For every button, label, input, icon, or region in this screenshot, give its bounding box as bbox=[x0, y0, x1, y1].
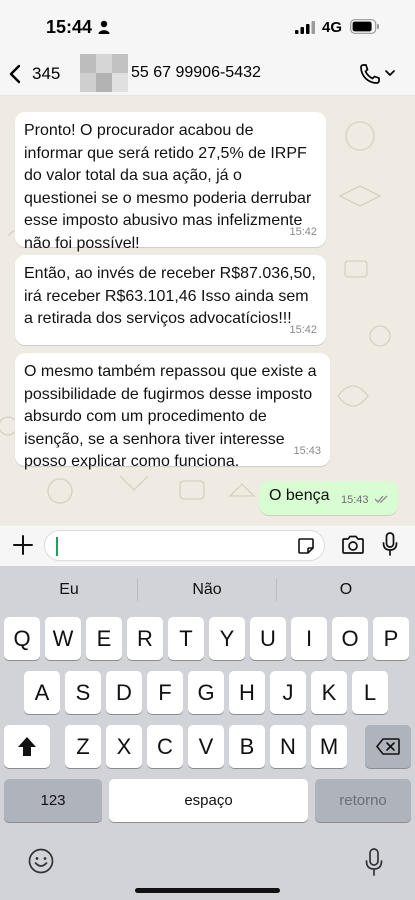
plus-icon[interactable] bbox=[12, 534, 34, 556]
key-x[interactable]: X bbox=[106, 725, 142, 768]
shift-arrow-icon bbox=[18, 737, 36, 756]
key-j[interactable]: J bbox=[270, 671, 306, 714]
key-e[interactable]: E bbox=[86, 617, 122, 660]
dictation-mic-icon[interactable] bbox=[365, 848, 383, 876]
battery-icon bbox=[350, 19, 379, 34]
emoji-icon[interactable] bbox=[28, 848, 54, 874]
network-type: 4G bbox=[322, 19, 343, 36]
key-b[interactable]: B bbox=[229, 725, 265, 768]
key-u[interactable]: U bbox=[250, 617, 286, 660]
key-c[interactable]: C bbox=[147, 725, 183, 768]
message-text: O bença bbox=[269, 487, 330, 504]
suggestion-divider bbox=[276, 579, 277, 601]
camera-icon[interactable] bbox=[341, 535, 365, 555]
return-key[interactable]: retorno bbox=[315, 779, 411, 822]
message-text: Então, ao invés de receber R$87.036,50, … bbox=[24, 265, 316, 327]
space-key[interactable]: espaço bbox=[109, 779, 308, 822]
keyboard: Eu Não O Q W E R T Y U I O P A S D F G H… bbox=[0, 566, 415, 900]
message-input-bar bbox=[0, 526, 415, 566]
key-w[interactable]: W bbox=[45, 617, 81, 660]
suggestion-3[interactable]: O bbox=[287, 575, 405, 605]
avatar[interactable] bbox=[80, 54, 128, 92]
incoming-message[interactable]: O mesmo também repassou que existe a pos… bbox=[15, 353, 330, 470]
suggestion-2[interactable]: Não bbox=[148, 575, 266, 605]
shift-key[interactable] bbox=[4, 725, 50, 768]
key-h[interactable]: H bbox=[229, 671, 265, 714]
key-s[interactable]: S bbox=[65, 671, 101, 714]
message-text: Pronto! O procurador acabou de informar … bbox=[24, 122, 312, 252]
message-text: O mesmo também repassou que existe a pos… bbox=[24, 363, 317, 470]
status-time: 15:44 bbox=[46, 17, 93, 37]
chevron-left-icon bbox=[9, 64, 21, 84]
key-y[interactable]: Y bbox=[209, 617, 245, 660]
key-q[interactable]: Q bbox=[4, 617, 40, 660]
key-z[interactable]: Z bbox=[65, 725, 101, 768]
message-input[interactable] bbox=[44, 530, 325, 561]
key-p[interactable]: P bbox=[373, 617, 409, 660]
contact-name[interactable]: 55 67 99906-5432 bbox=[131, 64, 261, 82]
backspace-key[interactable] bbox=[365, 725, 411, 768]
key-i[interactable]: I bbox=[291, 617, 327, 660]
key-k[interactable]: K bbox=[311, 671, 347, 714]
suggestion-1[interactable]: Eu bbox=[10, 575, 128, 605]
sticker-icon[interactable] bbox=[297, 537, 315, 555]
key-t[interactable]: T bbox=[168, 617, 204, 660]
key-a[interactable]: A bbox=[24, 671, 60, 714]
chat-header: 345 55 67 99906-5432 bbox=[0, 52, 415, 96]
key-n[interactable]: N bbox=[270, 725, 306, 768]
outgoing-message[interactable]: O bença 15:43 bbox=[259, 481, 398, 515]
status-bar: 15:44 4G bbox=[0, 0, 415, 52]
key-m[interactable]: M bbox=[311, 725, 347, 768]
suggestion-divider bbox=[137, 579, 138, 601]
message-time: 15:43 bbox=[293, 444, 321, 457]
phone-call-icon[interactable] bbox=[358, 62, 398, 86]
message-time: 15:42 bbox=[289, 323, 317, 336]
backspace-icon bbox=[376, 738, 400, 755]
incoming-message[interactable]: Pronto! O procurador acabou de informar … bbox=[15, 112, 326, 252]
key-d[interactable]: D bbox=[106, 671, 142, 714]
chat-area[interactable]: Pronto! O procurador acabou de informar … bbox=[0, 96, 415, 526]
message-time: 15:42 bbox=[289, 225, 317, 238]
key-v[interactable]: V bbox=[188, 725, 224, 768]
key-r[interactable]: R bbox=[127, 617, 163, 660]
unread-count: 345 bbox=[32, 64, 61, 83]
key-f[interactable]: F bbox=[147, 671, 183, 714]
text-caret bbox=[56, 537, 58, 556]
signal-icon bbox=[295, 21, 315, 34]
key-o[interactable]: O bbox=[332, 617, 368, 660]
incoming-message[interactable]: Então, ao invés de receber R$87.036,50, … bbox=[15, 255, 326, 345]
numbers-key[interactable]: 123 bbox=[4, 779, 102, 822]
person-icon bbox=[98, 20, 110, 34]
microphone-icon[interactable] bbox=[382, 532, 398, 556]
double-check-icon bbox=[374, 495, 388, 503]
message-time: 15:43 bbox=[341, 494, 369, 506]
back-button[interactable]: 345 bbox=[8, 58, 60, 90]
key-l[interactable]: L bbox=[352, 671, 388, 714]
home-indicator bbox=[135, 888, 280, 893]
key-g[interactable]: G bbox=[188, 671, 224, 714]
